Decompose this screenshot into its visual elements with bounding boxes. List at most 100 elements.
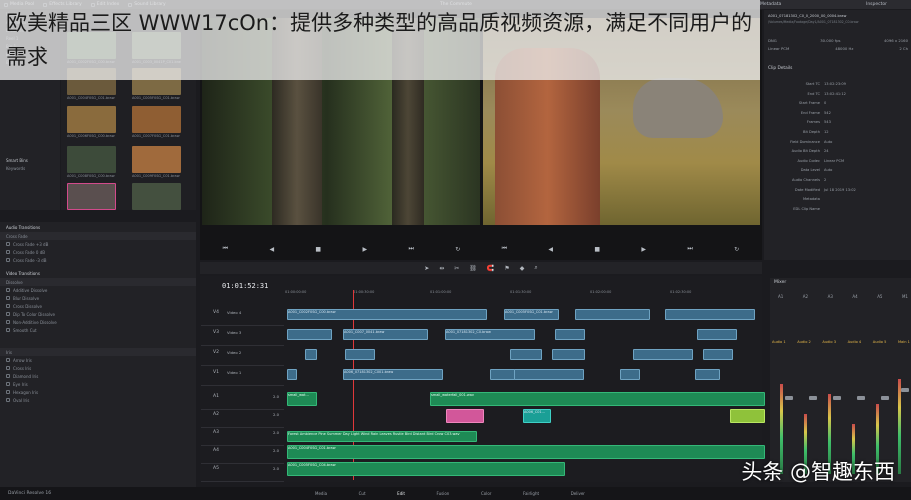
audio-clip[interactable]: small_waterfall_001.wav xyxy=(430,392,765,406)
page-tab-deliver[interactable]: Deliver xyxy=(571,491,585,496)
timeline-clip[interactable] xyxy=(703,349,733,360)
page-tab-cut[interactable]: Cut xyxy=(359,491,366,496)
effect-item[interactable]: Oval Iris xyxy=(0,396,196,404)
loop-icon[interactable]: ↻ xyxy=(455,246,460,253)
app-name: DaVinci Resolve 16 xyxy=(8,491,52,496)
timeline-clip[interactable] xyxy=(287,329,332,340)
effect-item[interactable]: Eye Iris xyxy=(0,380,196,388)
timeline-clip[interactable]: A001_C007_0041.braw xyxy=(343,329,428,340)
effect-item[interactable]: Cross Dissolve xyxy=(0,302,196,310)
effect-item[interactable]: Cross Iris xyxy=(0,364,196,372)
tab-inspector[interactable]: Inspector xyxy=(866,2,887,7)
timeline-clip[interactable] xyxy=(490,369,515,380)
track-header-a2[interactable]: A2 2.0 xyxy=(201,408,284,428)
skip-back-icon[interactable]: ⏮ xyxy=(223,245,228,253)
effect-item[interactable]: Cross Fade -3 dB xyxy=(0,256,196,264)
audio-clip[interactable]: A001_C004F0SG_C01.braw xyxy=(287,445,765,459)
effect-item[interactable]: Cross Fade +3 dB xyxy=(0,240,196,248)
timeline-clip[interactable] xyxy=(575,309,650,320)
clip-thumbnail[interactable] xyxy=(132,106,181,133)
timeline-clip[interactable]: A001_07181302_C0.braw xyxy=(445,329,535,340)
blade-tool-icon[interactable]: ✂ xyxy=(454,265,459,272)
effect-item[interactable]: Hexagon Iris xyxy=(0,388,196,396)
effect-item[interactable]: Dip To Color Dissolve xyxy=(0,310,196,318)
play-icon[interactable]: ▶ xyxy=(641,246,646,253)
timeline-clip[interactable] xyxy=(552,349,585,360)
selection-tool-icon[interactable]: ➤ xyxy=(424,265,429,272)
audio-clip[interactable]: Forest Ambience Pine Summer Day Light Wi… xyxy=(287,431,477,442)
effect-item[interactable]: Smooth Cut xyxy=(0,326,196,334)
stop-icon[interactable]: ■ xyxy=(594,246,600,253)
link-icon[interactable]: ⛓ xyxy=(469,265,477,272)
page-tab-media[interactable]: Media xyxy=(315,491,327,496)
timeline-clip[interactable] xyxy=(695,369,720,380)
timeline-clip[interactable] xyxy=(510,349,542,360)
timeline-ruler[interactable]: 01:00:00:00 01:00:30:00 01:01:00:00 01:0… xyxy=(285,290,762,298)
audio-clip[interactable]: small_wat... xyxy=(287,392,317,406)
play-icon[interactable]: ▶ xyxy=(362,246,367,253)
timeline-clip[interactable]: A001_C002F0SG_C00.braw xyxy=(287,309,487,320)
channel-fader[interactable] xyxy=(857,396,865,400)
channel-fader[interactable] xyxy=(881,396,889,400)
timeline-clip[interactable] xyxy=(697,329,737,340)
effect-item[interactable]: Arrow Iris xyxy=(0,356,196,364)
audio-clip[interactable] xyxy=(730,409,765,423)
track-header-v1[interactable]: V1 Video 1 xyxy=(201,366,284,386)
track-header-a5[interactable]: A5 2.0 xyxy=(201,462,284,482)
clip-thumbnail-selected[interactable] xyxy=(67,183,116,210)
skip-forward-icon[interactable]: ⏭ xyxy=(687,245,692,253)
page-tab-edit[interactable]: Edit xyxy=(397,491,405,496)
clip-thumbnail[interactable] xyxy=(132,183,181,210)
trim-tool-icon[interactable]: ⇹ xyxy=(439,265,444,272)
audio-clip[interactable]: A006_C01... xyxy=(523,409,551,423)
track-header-v4[interactable]: V4 Video 4 xyxy=(201,306,284,326)
audio-clip[interactable] xyxy=(446,409,484,423)
timeline-clip[interactable] xyxy=(287,369,297,380)
metadata-field: Audio Codec Linear PCM xyxy=(797,158,845,163)
timeline-clip[interactable] xyxy=(620,369,640,380)
timeline-clip[interactable] xyxy=(514,369,584,380)
metadata-field: Date Modified Jul 18 2019 13:02 xyxy=(794,187,856,192)
timeline-clip[interactable]: A006_07181302_C001.braw xyxy=(343,369,443,380)
play-reverse-icon[interactable]: ◀ xyxy=(269,246,274,253)
tab-metadata[interactable]: Metadata xyxy=(760,2,781,7)
track-header-v3[interactable]: V3 Video 3 xyxy=(201,326,284,346)
timeline-clip[interactable] xyxy=(665,309,755,320)
effect-item[interactable]: Additive Dissolve xyxy=(0,286,196,294)
page-tab-color[interactable]: Color xyxy=(481,491,491,496)
smart-bin-item[interactable]: Keywords xyxy=(0,164,60,172)
track-header-a1[interactable]: A1 2.0 xyxy=(201,390,284,410)
zoom-icon[interactable]: ⌕ xyxy=(534,264,537,272)
skip-forward-icon[interactable]: ⏭ xyxy=(408,245,413,253)
skip-back-icon[interactable]: ⏮ xyxy=(502,245,507,253)
flag-icon[interactable]: ⚑ xyxy=(504,265,509,272)
timeline-clip[interactable]: A001_C005F0SG_C01.braw xyxy=(504,309,559,320)
track-header-v2[interactable]: V2 Video 2 xyxy=(201,346,284,366)
loop-icon[interactable]: ↻ xyxy=(734,246,739,253)
timeline-clip[interactable] xyxy=(555,329,585,340)
clip-thumbnail[interactable] xyxy=(67,146,116,173)
effect-item[interactable]: Cross Fade 0 dB xyxy=(0,248,196,256)
track-header-a3[interactable]: A3 2.0 xyxy=(201,426,284,446)
timeline-clip[interactable] xyxy=(305,349,317,360)
page-tab-fairlight[interactable]: Fairlight xyxy=(523,491,539,496)
stop-icon[interactable]: ■ xyxy=(315,246,321,253)
channel-fader[interactable] xyxy=(809,396,817,400)
timeline-clip[interactable] xyxy=(345,349,375,360)
effect-item[interactable]: Diamond Iris xyxy=(0,372,196,380)
timeline-clip[interactable] xyxy=(633,349,693,360)
channel-fader[interactable] xyxy=(833,396,841,400)
effect-item[interactable]: Non-Additive Dissolve xyxy=(0,318,196,326)
audio-clip[interactable]: A001_C005F0SG_C04.braw xyxy=(287,462,565,476)
snap-icon[interactable]: 🧲 xyxy=(487,265,494,272)
track-header-a4[interactable]: A4 2.0 xyxy=(201,444,284,464)
effect-item[interactable]: Blur Dissolve xyxy=(0,294,196,302)
main-fader[interactable] xyxy=(901,388,909,392)
clip-details-list: Start TC 13:02:23:09 End TC 13:02:41:12 St… xyxy=(768,82,908,216)
channel-fader[interactable] xyxy=(785,396,793,400)
play-reverse-icon[interactable]: ◀ xyxy=(548,246,553,253)
clip-thumbnail[interactable] xyxy=(132,146,181,173)
clip-thumbnail[interactable] xyxy=(67,106,116,133)
marker-icon[interactable]: ◆ xyxy=(520,265,525,272)
page-tab-fusion[interactable]: Fusion xyxy=(437,491,450,496)
